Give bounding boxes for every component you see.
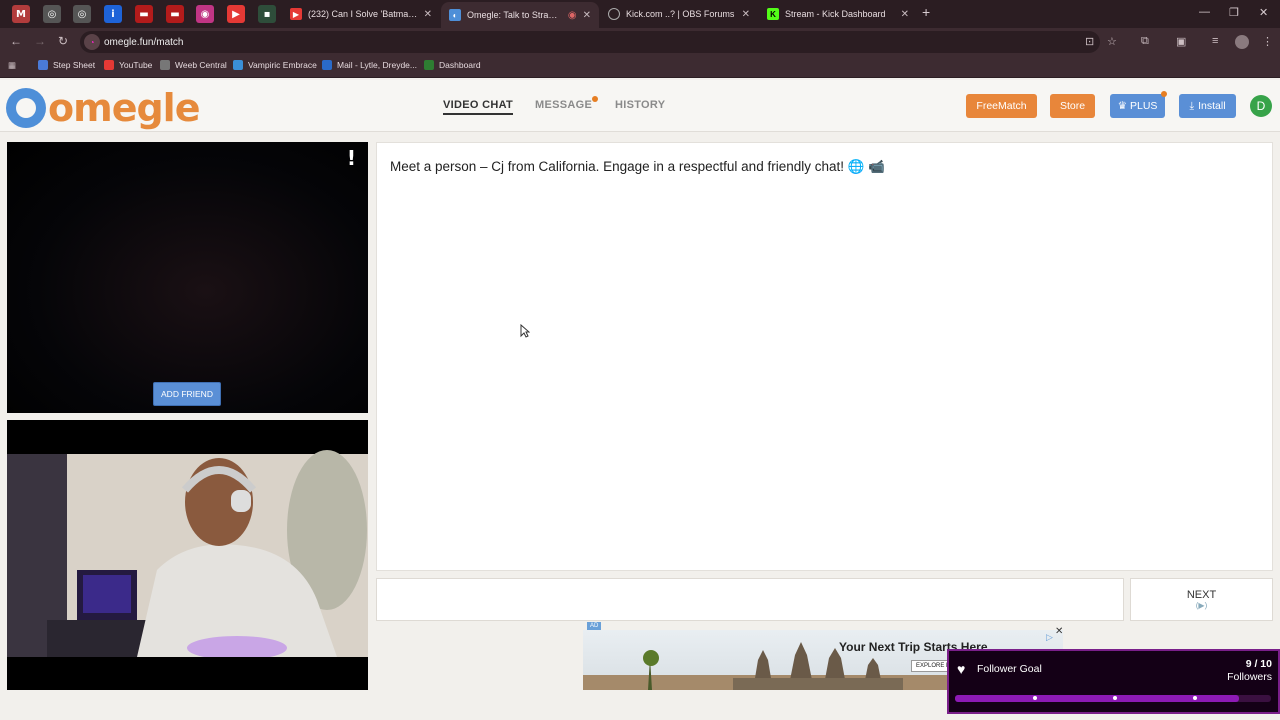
pinned-tab-icon[interactable]: ▬ — [166, 5, 184, 23]
progress-marker — [1033, 696, 1037, 700]
progress-marker — [1113, 696, 1117, 700]
close-icon[interactable]: ✕ — [583, 10, 591, 21]
bookmark-youtube[interactable]: YouTube — [104, 60, 152, 70]
webcam-feed-image — [7, 420, 368, 690]
nav-message[interactable]: MESSAGE — [535, 96, 599, 111]
bookmarks-bar: ▦ Step Sheet YouTube Weeb Central Vampir… — [0, 56, 1280, 78]
outlook-icon — [322, 60, 332, 70]
report-icon[interactable]: ! — [347, 146, 356, 170]
close-icon[interactable]: ✕ — [901, 9, 909, 20]
message-input[interactable] — [376, 578, 1124, 621]
bookmark-vampiric-embrace[interactable]: Vampiric Embrace — [233, 60, 317, 70]
follower-goal-label: Follower Goal — [977, 663, 1042, 675]
nav-video-chat[interactable]: VIDEO CHAT — [443, 99, 514, 115]
close-window-button[interactable]: ✕ — [1259, 6, 1268, 19]
kick-icon: K — [767, 8, 779, 20]
pinned-tab-icon[interactable]: ▬ — [135, 5, 153, 23]
browser-tab-bar: M ◎ ◎ i ▬ ▬ ◉ ▶ ▪ ▶ (232) Can I Solve 'B… — [0, 0, 1280, 28]
user-avatar[interactable]: D — [1250, 95, 1272, 117]
obs-icon — [608, 8, 620, 20]
system-message: Meet a person – Cj from California. Enga… — [390, 159, 886, 174]
bookmark-step-sheet[interactable]: Step Sheet — [38, 60, 95, 70]
youtube-icon: ▶ — [290, 8, 302, 20]
close-icon[interactable]: ✕ — [742, 9, 750, 20]
plus-button[interactable]: ♛ PLUS — [1110, 91, 1167, 118]
mouse-cursor-icon — [520, 324, 530, 338]
gmail-tab-icon[interactable]: M — [12, 5, 30, 23]
youtube-tab-icon[interactable]: ▶ — [227, 5, 245, 23]
tab-omegle[interactable]: ◐ Omegle: Talk to Strangers w ◉ ✕ — [441, 2, 599, 28]
site-icon — [160, 60, 170, 70]
follower-count: 9 / 10 Followers — [1227, 658, 1272, 683]
add-friend-button[interactable]: ADD FRIEND — [153, 382, 221, 406]
nav-history[interactable]: HISTORY — [615, 99, 665, 111]
notification-dot — [592, 96, 599, 102]
site-icon — [424, 60, 434, 70]
apps-grid-icon[interactable]: ▦ — [8, 60, 16, 71]
tab-obs-forums[interactable]: Kick.com ..? | OBS Forums ✕ — [600, 2, 758, 26]
play-hint-icon: (▶) — [1195, 601, 1208, 610]
back-icon[interactable]: ← — [10, 34, 22, 48]
site-header: omegle VIDEO CHAT MESSAGE HISTORY FreeMa… — [0, 80, 1280, 132]
bookmark-star-icon[interactable]: ☆ — [1107, 35, 1117, 48]
omegle-icon: ◐ — [449, 9, 461, 21]
pinned-tab-icon[interactable]: ◎ — [73, 5, 91, 23]
address-bar[interactable]: ◔ omegle.fun/match — [80, 31, 1100, 53]
tab-kick-dashboard[interactable]: K Stream - Kick Dashboard ✕ — [759, 2, 917, 26]
tab-youtube-video[interactable]: ▶ (232) Can I Solve 'Batman The L ✕ — [282, 2, 440, 26]
progress-marker — [1193, 696, 1197, 700]
close-icon[interactable]: ✕ — [424, 9, 432, 20]
install-button[interactable]: ⤓ Install — [1179, 94, 1236, 118]
docs-icon — [38, 60, 48, 70]
close-icon[interactable]: ✕ — [1055, 626, 1063, 637]
instagram-tab-icon[interactable]: ◉ — [196, 5, 214, 23]
bookmark-mail[interactable]: Mail - Lytle, Dreyde... — [322, 60, 417, 70]
adchoices-icon[interactable]: ▷ — [1046, 632, 1053, 643]
extensions-icon[interactable]: ⧉ — [1141, 35, 1149, 48]
omegle-logo[interactable]: omegle — [6, 86, 200, 130]
recording-icon: ◉ — [567, 9, 577, 21]
self-video — [7, 420, 368, 690]
follower-goal-widget: ♥ Follower Goal 9 / 10 Followers — [947, 649, 1280, 714]
crown-icon: ♛ — [1117, 100, 1127, 112]
menu-icon[interactable]: ⋮ — [1262, 35, 1273, 48]
reading-mode-icon[interactable]: ▣ — [1176, 35, 1186, 48]
bookmark-weeb-central[interactable]: Weeb Central — [160, 60, 227, 70]
ad-label: AD — [587, 622, 602, 630]
logo-mark-icon — [6, 88, 46, 128]
freematch-button[interactable]: FreeMatch — [966, 94, 1037, 118]
reload-icon[interactable]: ↻ — [58, 34, 68, 48]
minimize-button[interactable]: — — [1199, 6, 1210, 18]
download-icon: ⤓ — [1189, 99, 1195, 112]
site-info-icon[interactable]: ◔ — [84, 34, 100, 50]
heart-icon: ♥ — [957, 661, 966, 677]
pinned-tab-icon[interactable]: ◎ — [43, 5, 61, 23]
browser-toolbar: ← → ↻ ◔ omegle.fun/match ⊡ ☆ ⧉ ▣ ≡ ⋮ — [0, 28, 1280, 56]
url-text: omegle.fun/match — [104, 36, 184, 48]
chat-log: Meet a person – Cj from California. Enga… — [376, 142, 1273, 571]
new-tab-button[interactable]: + — [922, 4, 930, 20]
bookmark-dashboard[interactable]: Dashboard — [424, 60, 481, 70]
store-button[interactable]: Store — [1050, 94, 1095, 118]
media-control-icon[interactable]: ≡ — [1212, 35, 1218, 47]
youtube-icon — [104, 60, 114, 70]
forward-icon[interactable]: → — [34, 34, 46, 48]
notification-dot — [1161, 91, 1167, 97]
site-icon — [233, 60, 243, 70]
pinned-tab-icon[interactable]: i — [104, 5, 122, 23]
pinned-tab-icon[interactable]: ▪ — [258, 5, 276, 23]
restore-button[interactable]: ❐ — [1229, 6, 1239, 19]
install-app-icon[interactable]: ⊡ — [1085, 35, 1094, 48]
profile-avatar[interactable] — [1235, 35, 1249, 49]
stranger-video: ! ADD FRIEND — [7, 142, 368, 413]
next-button[interactable]: NEXT (▶) — [1130, 578, 1273, 621]
